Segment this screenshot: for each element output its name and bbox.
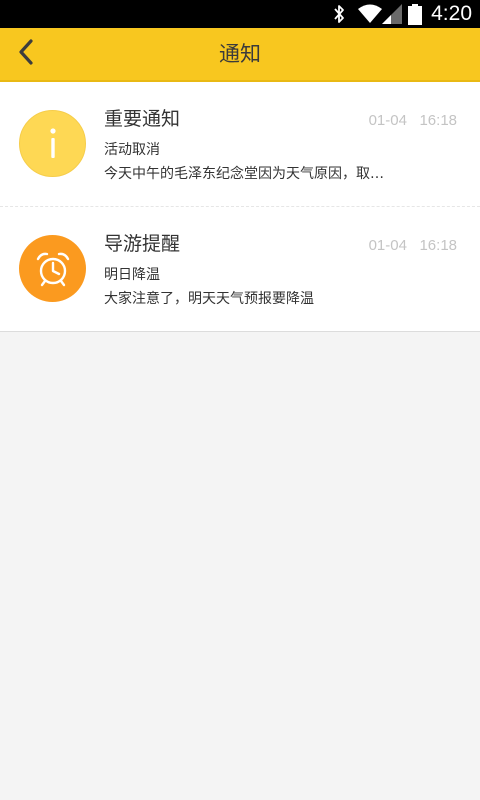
- battery-icon: [408, 4, 422, 29]
- alarm-clock-icon: [19, 235, 86, 302]
- notification-list: 重要通知 01-04 16:18 活动取消 今天中午的毛泽东纪念堂因为天气原因，…: [0, 82, 480, 332]
- page-title: 通知: [219, 42, 261, 66]
- info-icon: [19, 110, 86, 177]
- notification-title: 导游提醒: [104, 233, 181, 255]
- notification-body: 今天中午的毛泽东纪念堂因为天气原因，取…: [104, 166, 384, 182]
- notification-title: 重要通知: [104, 108, 181, 130]
- status-time: 4:20: [431, 2, 472, 25]
- notification-time: 01-04 16:18: [368, 237, 457, 254]
- notification-item[interactable]: 重要通知 01-04 16:18 活动取消 今天中午的毛泽东纪念堂因为天气原因，…: [0, 82, 480, 206]
- notification-body: 大家注意了，明天天气预报要降温: [104, 291, 314, 307]
- notification-subtitle: 明日降温: [104, 267, 160, 283]
- app-header: 通知: [0, 28, 480, 82]
- bluetooth-icon: [332, 4, 346, 28]
- status-bar: 4:20: [0, 0, 480, 28]
- notification-item[interactable]: 导游提醒 01-04 16:18 明日降温 大家注意了，明天天气预报要降温: [0, 206, 480, 331]
- wifi-icon: [358, 4, 382, 28]
- notification-time: 01-04 16:18: [368, 112, 457, 129]
- notification-subtitle: 活动取消: [104, 142, 160, 158]
- signal-icon: [382, 4, 404, 28]
